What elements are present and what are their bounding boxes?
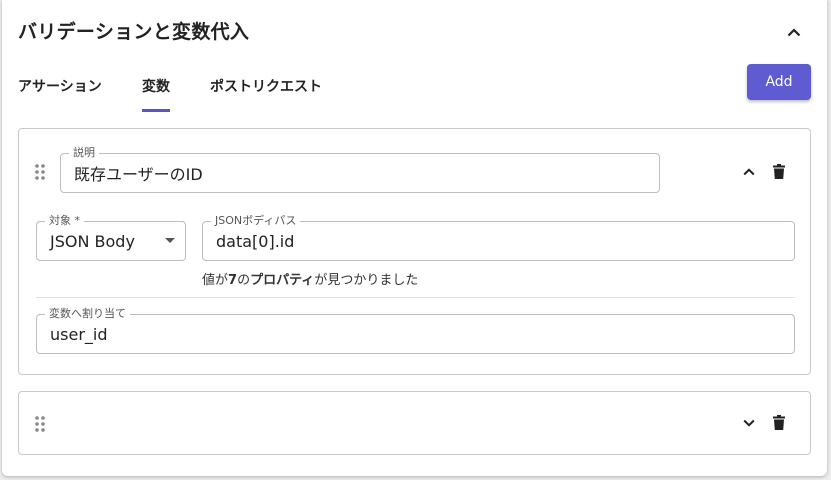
drag-handle[interactable] [33, 414, 47, 434]
drag-dots-icon [35, 416, 45, 432]
json-path-helper-text: 値が7のプロパティが見つかりました [202, 273, 419, 288]
description-value: 既存ユーザーのID [74, 165, 203, 184]
trash-icon [773, 414, 785, 430]
panel-title: バリデーションと変数代入 [18, 21, 250, 43]
collapse-card-button[interactable] [737, 160, 761, 184]
description-field[interactable]: 説明 既存ユーザーのID [60, 146, 660, 193]
drag-handle[interactable] [33, 162, 47, 182]
delete-button[interactable] [767, 410, 791, 434]
add-button[interactable]: Add [747, 64, 811, 100]
assign-variable-value: user_id [50, 324, 108, 344]
chevron-up-icon [787, 27, 801, 36]
divider [36, 297, 795, 298]
variable-card-collapsed [18, 391, 811, 455]
variable-card: 説明 既存ユーザーのID 対象 * JSON Body JSONボディパス da… [18, 128, 811, 375]
chevron-up-icon [743, 168, 755, 176]
json-path-value: data[0].id [216, 231, 295, 251]
assign-variable-field[interactable]: 変数へ割り当て user_id [36, 307, 795, 354]
dropdown-arrow-icon [165, 238, 175, 243]
drag-dots-icon [35, 164, 45, 180]
validation-panel: バリデーションと変数代入 アサーション 変数 ポストリクエスト Add 説明 既… [2, 0, 827, 476]
collapse-panel-button[interactable] [782, 20, 806, 44]
expand-card-button[interactable] [737, 411, 761, 435]
trash-icon [773, 163, 785, 179]
target-value: JSON Body [50, 231, 135, 251]
target-select[interactable]: 対象 * JSON Body [36, 214, 186, 261]
tab-assertion[interactable]: アサーション [18, 76, 102, 112]
delete-button[interactable] [767, 159, 791, 183]
tab-post-request[interactable]: ポストリクエスト [210, 76, 322, 112]
active-tab-indicator [142, 109, 170, 112]
json-path-field[interactable]: JSONボディパス data[0].id [202, 214, 795, 261]
tab-variables[interactable]: 変数 [142, 76, 170, 112]
chevron-down-icon [743, 419, 755, 427]
